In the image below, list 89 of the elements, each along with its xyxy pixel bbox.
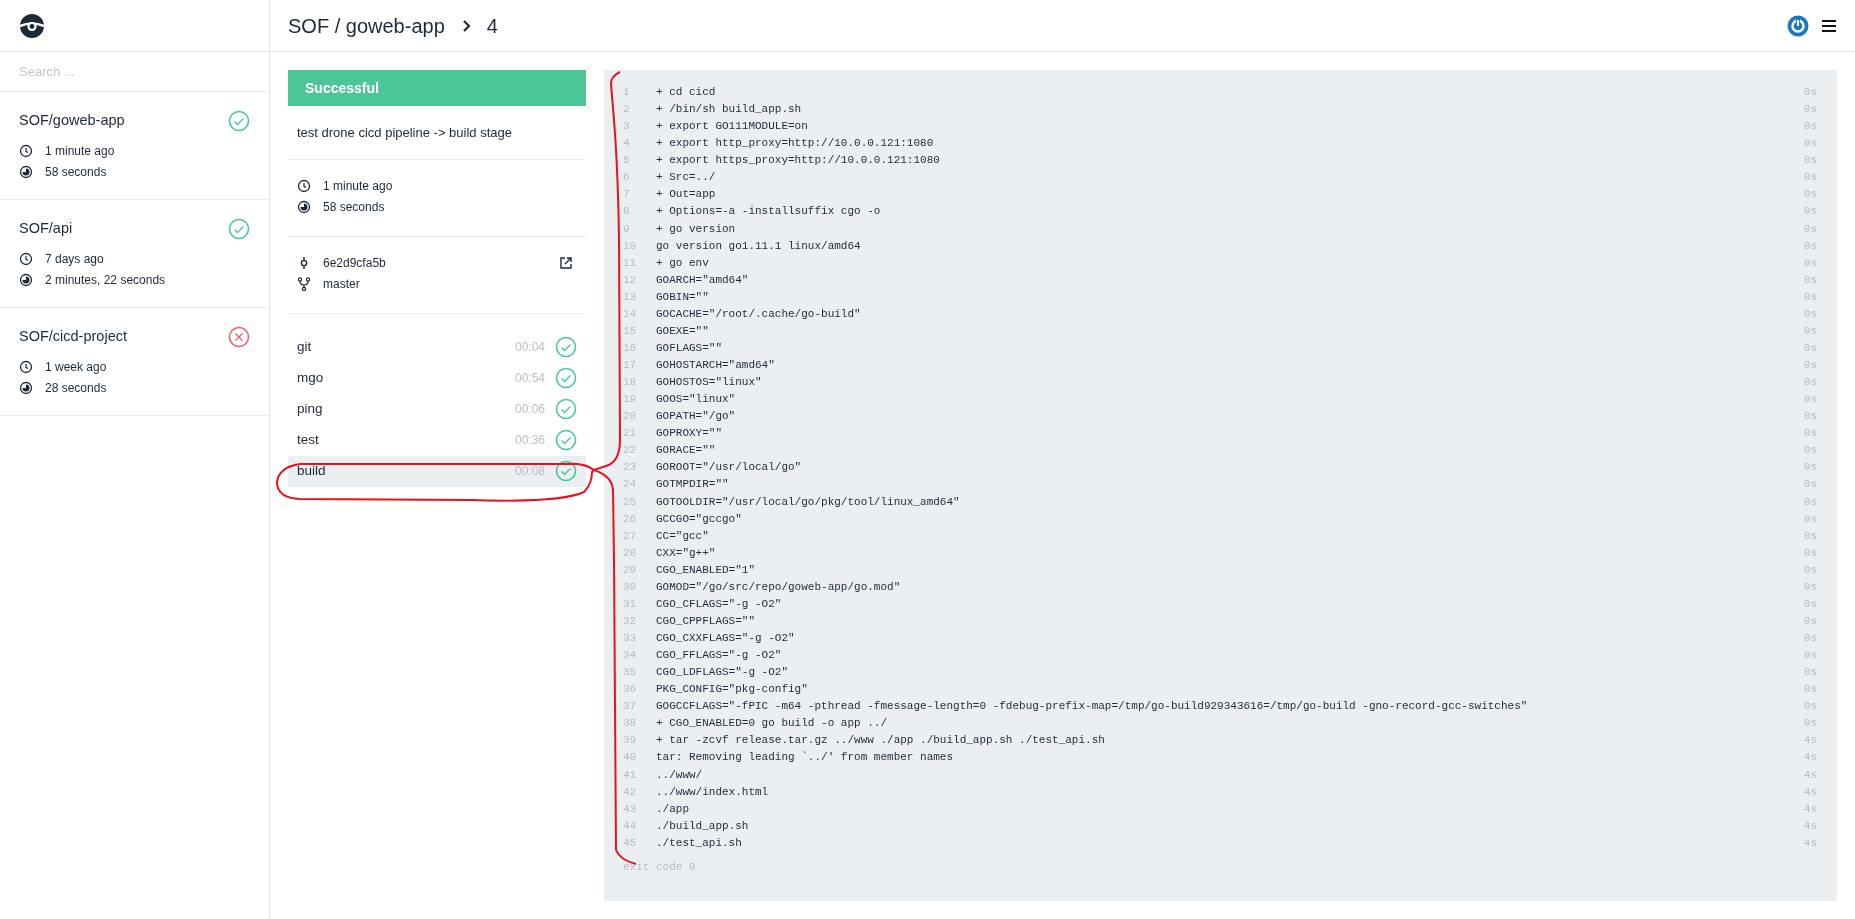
step-name: ping bbox=[297, 399, 323, 418]
log-line: + Out=app bbox=[656, 187, 717, 203]
chevron-icon bbox=[460, 17, 473, 34]
log-line: CGO_ENABLED="1" bbox=[656, 562, 757, 578]
log-line: + cd cicd bbox=[656, 85, 717, 100]
log-line: CC="gcc" bbox=[656, 528, 710, 544]
pipeline-step[interactable]: git 00:04 bbox=[288, 331, 586, 363]
log-line: GOARCH="amd64" bbox=[656, 272, 750, 288]
branch-icon bbox=[297, 277, 311, 291]
log-line: + export GO111MODULE=on bbox=[656, 119, 809, 135]
step-name: git bbox=[297, 337, 312, 356]
branch-name: master bbox=[323, 276, 360, 293]
log-line: GOOS="linux" bbox=[656, 392, 737, 408]
breadcrumb-title: SOF / goweb-app bbox=[288, 13, 445, 39]
step-name: build bbox=[297, 461, 326, 480]
power-icon bbox=[1787, 14, 1809, 37]
log-line: GOMOD="/go/src/repo/goweb-app/go.mod" bbox=[656, 579, 902, 595]
log-line: + Src=../ bbox=[656, 170, 717, 186]
created-time: 1 week ago bbox=[45, 358, 107, 376]
status-banner: Successful bbox=[288, 70, 586, 106]
log-line: GOEXE="" bbox=[656, 323, 710, 339]
log-line: GOPROXY="" bbox=[656, 426, 723, 442]
log-line: GOPATH="/go" bbox=[656, 409, 737, 425]
created-time: 7 days ago bbox=[45, 250, 104, 268]
log-line: GORACE="" bbox=[656, 443, 717, 459]
step-name: test bbox=[297, 430, 319, 449]
log-line: PKG_CONFIG="pkg-config" bbox=[656, 682, 809, 698]
pipeline-step[interactable]: ping 00:06 bbox=[288, 393, 586, 425]
log-line: GOROOT="/usr/local/go" bbox=[656, 460, 803, 476]
duration-icon bbox=[19, 272, 33, 287]
log-line: GOTMPDIR="" bbox=[656, 477, 730, 493]
log-line: + go env bbox=[656, 255, 710, 271]
created-time: 1 minute ago bbox=[323, 178, 393, 195]
log-line: GOHOSTARCH="amd64" bbox=[656, 358, 776, 373]
duration-text: 2 minutes, 22 seconds bbox=[45, 271, 166, 289]
log-line: + go version bbox=[656, 221, 737, 237]
menu-icon[interactable] bbox=[1821, 17, 1837, 34]
duration-text: 58 seconds bbox=[45, 163, 107, 181]
pipeline-step[interactable]: mgo 00:54 bbox=[288, 362, 586, 394]
step-duration: 00:04 bbox=[514, 339, 545, 356]
external-link-icon[interactable] bbox=[559, 256, 573, 270]
commit-message: test drone cicd pipeline -> build stage bbox=[297, 124, 513, 142]
log-line: GCCGO="gccgo" bbox=[656, 511, 743, 527]
log-line: CGO_LDFLAGS="-g -O2" bbox=[656, 665, 790, 681]
clock-icon bbox=[19, 359, 33, 374]
step-name: mgo bbox=[297, 368, 324, 387]
log-line: + CGO_ENABLED=0 go build -o app ../ bbox=[656, 716, 889, 732]
log-line: GOHOSTOS="linux" bbox=[656, 375, 763, 391]
pipeline-step[interactable]: test 00:36 bbox=[288, 424, 586, 456]
clock-icon bbox=[297, 179, 311, 193]
log-line: ../www/ bbox=[656, 767, 704, 783]
commit-hash: 6e2d9cfa5b bbox=[323, 255, 386, 272]
log-line: tar: Removing leading `../' from member names bbox=[656, 750, 955, 766]
clock-icon bbox=[19, 143, 33, 158]
created-time: 1 minute ago bbox=[45, 142, 115, 160]
log-line: ../www/index.html bbox=[656, 784, 770, 800]
duration-icon bbox=[297, 200, 311, 214]
log-line: GOBIN="" bbox=[656, 289, 710, 305]
step-duration: 00:54 bbox=[514, 370, 545, 387]
duration-icon bbox=[19, 164, 33, 179]
log-line: GOGCCFLAGS="-fPIC -m64 -pthread -fmessage-length=0 -fdebug-prefix-map=/tmp/go-build929343616=/tmp/go-build -gno-record-gcc-switches" bbox=[656, 699, 1529, 715]
repo-name: SOF/api bbox=[19, 219, 73, 239]
log-line: ./build_app.sh bbox=[656, 818, 750, 834]
log-line: + /bin/sh build_app.sh bbox=[656, 102, 803, 118]
duration-text: 28 seconds bbox=[45, 379, 107, 397]
duration-text: 58 seconds bbox=[323, 199, 385, 216]
log-line: CGO_CFLAGS="-g -O2" bbox=[656, 596, 783, 612]
log-line: CGO_CXXFLAGS="-g -O2" bbox=[656, 631, 796, 646]
log-line: CXX="g++" bbox=[656, 545, 717, 561]
build-number: 4 bbox=[486, 13, 498, 39]
log-line: go version go1.11.1 linux/amd64 bbox=[656, 238, 862, 254]
step-duration: 00:36 bbox=[514, 432, 545, 449]
log-line: CGO_CPPFLAGS="" bbox=[656, 613, 757, 629]
repo-name: SOF/cicd-project bbox=[19, 327, 127, 347]
log-line: + export https_proxy=http://10.0.0.121:1080 bbox=[656, 153, 941, 169]
log-line: + tar -zcvf release.tar.gz ../www ./app ./build_app.sh ./test_api.sh bbox=[656, 733, 1106, 749]
log-line: + export http_proxy=http://10.0.0.121:1080 bbox=[656, 136, 935, 152]
log-line: ./test_api.sh bbox=[656, 835, 743, 851]
log-line: GOFLAGS="" bbox=[656, 340, 723, 356]
step-duration: 00:06 bbox=[514, 401, 545, 418]
log-line: ./app bbox=[656, 801, 690, 817]
log-line: GOCACHE="/root/.cache/go-build" bbox=[656, 306, 862, 322]
clock-icon bbox=[19, 251, 33, 266]
logo-icon bbox=[19, 13, 45, 38]
duration-icon bbox=[19, 380, 33, 395]
log-line: + Options=-a -installsuffix cgo -o bbox=[656, 204, 882, 220]
repo-name: SOF/goweb-app bbox=[19, 111, 125, 131]
log-line: CGO_FFLAGS="-g -O2" bbox=[656, 648, 783, 664]
log-line: GOTOOLDIR="/usr/local/go/pkg/tool/linux_amd64" bbox=[656, 494, 961, 510]
